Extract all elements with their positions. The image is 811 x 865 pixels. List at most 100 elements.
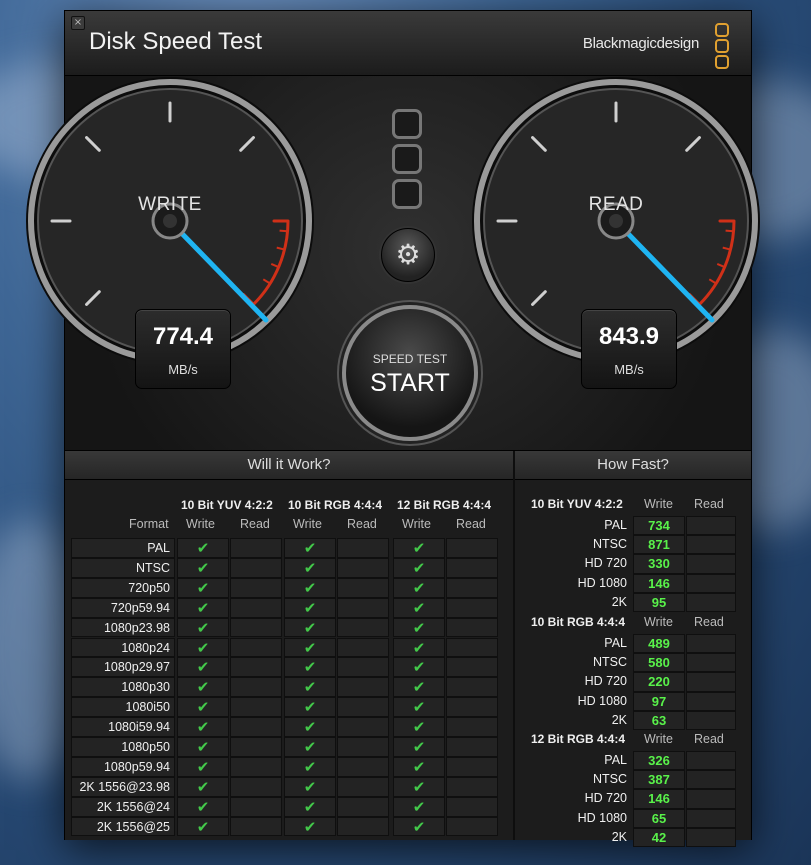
checkmark-icon: ✔ [412, 718, 426, 737]
checkmark-icon: ✔ [196, 598, 210, 617]
read-cell [446, 577, 498, 598]
checkmark-icon: ✔ [303, 738, 317, 756]
checkmark-icon: ✔ [196, 558, 210, 577]
checkmark-icon: ✔ [196, 539, 210, 557]
how-fast-group-header: 12 Bit RGB 4:4:4 [531, 732, 626, 746]
group-header: 10 Bit RGB 4:4:4 [288, 498, 383, 512]
how-fast-read-cell [686, 634, 736, 654]
read-cell [446, 697, 498, 718]
checkmark-icon: ✔ [303, 678, 317, 697]
how-fast-read-cell [686, 710, 736, 730]
write-column-header: Write [402, 517, 431, 531]
format-label: 1080p29.97 [103, 660, 170, 675]
read-cell [230, 756, 282, 777]
read-column-header: Read [456, 517, 486, 531]
write-column-header: Write [644, 732, 673, 746]
format-label: 1080p59.94 [103, 759, 170, 774]
read-cell [337, 697, 389, 718]
checkmark-icon: ✔ [303, 797, 317, 816]
checkmark-icon: ✔ [196, 698, 210, 717]
brand-logo-icon [715, 23, 729, 71]
settings-button[interactable]: ⚙ [381, 228, 435, 282]
format-label: PAL [147, 541, 170, 555]
checkmark-icon: ✔ [303, 698, 317, 717]
fps-value: 489 [648, 636, 670, 651]
write-readout: 774.4 MB/s [135, 309, 231, 389]
how-fast-format-label: PAL [604, 636, 627, 650]
how-fast-read-cell [686, 770, 736, 790]
checkmark-icon: ✔ [196, 738, 210, 756]
checkmark-icon: ✔ [412, 817, 426, 836]
format-label: 720p59.94 [110, 600, 170, 615]
read-column-header: Read [694, 497, 724, 511]
read-cell [230, 577, 282, 598]
how-fast-format-label: NTSC [592, 537, 627, 552]
app-title: Disk Speed Test [89, 28, 262, 55]
read-cell [230, 816, 282, 837]
read-cell [446, 796, 498, 817]
read-cell [446, 557, 498, 578]
read-cell [446, 717, 498, 737]
checkmark-icon: ✔ [196, 757, 210, 776]
read-cell [230, 697, 282, 718]
how-fast-format-label: HD 1080 [577, 575, 627, 590]
checkmark-icon: ✔ [303, 578, 317, 597]
read-cell [446, 617, 498, 638]
checkmark-icon: ✔ [412, 658, 426, 677]
read-cell [446, 657, 498, 678]
read-cell [446, 816, 498, 837]
read-cell [337, 816, 389, 837]
how-fast-format-label: HD 720 [584, 674, 627, 689]
checkmark-icon: ✔ [196, 658, 210, 677]
checkmark-icon: ✔ [196, 797, 210, 816]
format-label: NTSC [135, 560, 170, 575]
checkmark-icon: ✔ [303, 658, 317, 677]
disk-speed-test-window: × Disk Speed Test Blackmagicdesign WRITE… [26, 10, 760, 847]
read-cell [230, 538, 282, 558]
will-it-work-header: Will it Work? [65, 451, 513, 480]
read-gauge-label: READ [588, 194, 644, 215]
read-cell [337, 677, 389, 698]
read-cell [230, 796, 282, 817]
how-fast-format-label: 2K [611, 829, 627, 844]
close-button[interactable]: × [71, 16, 85, 30]
fps-value: 146 [648, 575, 670, 591]
start-button-label: START [370, 369, 450, 397]
read-cell [337, 717, 389, 737]
start-button-caption: SPEED TEST [372, 352, 448, 366]
checkmark-icon: ✔ [303, 539, 317, 557]
how-fast-read-cell [686, 554, 736, 574]
how-fast-read-cell [686, 827, 736, 847]
how-fast-read-cell [686, 573, 736, 593]
checkmark-icon: ✔ [412, 618, 426, 637]
checkmark-icon: ✔ [412, 598, 426, 617]
checkmark-icon: ✔ [412, 757, 426, 776]
checkmark-icon: ✔ [303, 598, 317, 617]
fps-value: 326 [648, 753, 670, 768]
group-header: 10 Bit YUV 4:2:2 [181, 498, 273, 512]
read-cell [230, 657, 282, 678]
how-fast-read-cell [686, 516, 736, 536]
read-cell [337, 577, 389, 598]
checkmark-icon: ✔ [412, 797, 426, 816]
read-cell [337, 776, 389, 797]
checkmark-icon: ✔ [196, 817, 210, 836]
how-fast-read-cell [686, 672, 736, 692]
start-button[interactable]: SPEED TEST START [342, 305, 478, 441]
panel-divider [513, 451, 515, 840]
format-label: 1080i59.94 [108, 720, 170, 735]
read-redline-minor-tick [725, 229, 734, 233]
read-cell [446, 538, 498, 558]
read-cell [337, 756, 389, 777]
read-cell [230, 677, 282, 698]
how-fast-format-label: HD 720 [584, 556, 627, 571]
checkmark-icon: ✔ [412, 698, 426, 717]
format-label: 1080p24 [121, 640, 170, 655]
how-fast-format-label: PAL [604, 753, 627, 767]
format-label: 1080p50 [121, 740, 170, 754]
read-cell [230, 737, 282, 757]
read-cell [446, 597, 498, 618]
how-fast-read-cell [686, 789, 736, 809]
write-column-header: Write [644, 615, 673, 629]
write-column-header: Write [644, 497, 673, 511]
